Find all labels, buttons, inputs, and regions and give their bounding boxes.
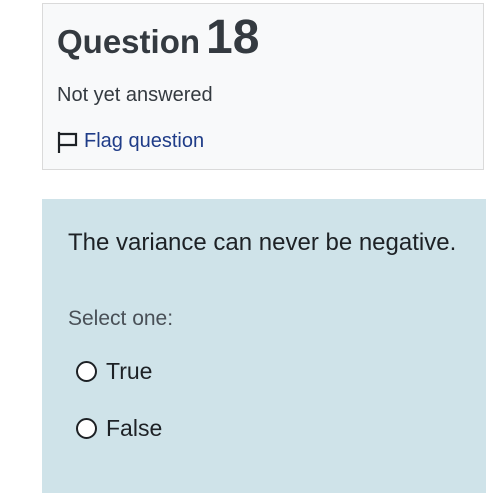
flag-icon [56, 131, 80, 153]
option-false-label[interactable]: False [106, 415, 162, 442]
question-info-panel: Question 18 Not yet answered Flag questio… [42, 3, 484, 170]
flag-question-label: Flag question [84, 130, 205, 152]
option-true-label[interactable]: True [106, 358, 152, 385]
question-heading: Question 18 [57, 10, 259, 65]
question-number: 18 [206, 11, 260, 64]
quiz-page: Question 18 Not yet answered Flag questio… [0, 0, 486, 500]
radio-true[interactable] [76, 361, 97, 382]
radio-false[interactable] [76, 418, 97, 439]
question-content-panel: The variance can never be negative. Sele… [42, 199, 486, 493]
select-one-prompt: Select one: [68, 307, 174, 330]
question-text: The variance can never be negative. [68, 229, 457, 256]
answer-status: Not yet answered [57, 84, 213, 106]
option-true[interactable]: True [76, 358, 152, 385]
question-word: Question [57, 23, 201, 60]
flag-question-link[interactable]: Flag question [56, 130, 204, 153]
option-false[interactable]: False [76, 415, 162, 442]
